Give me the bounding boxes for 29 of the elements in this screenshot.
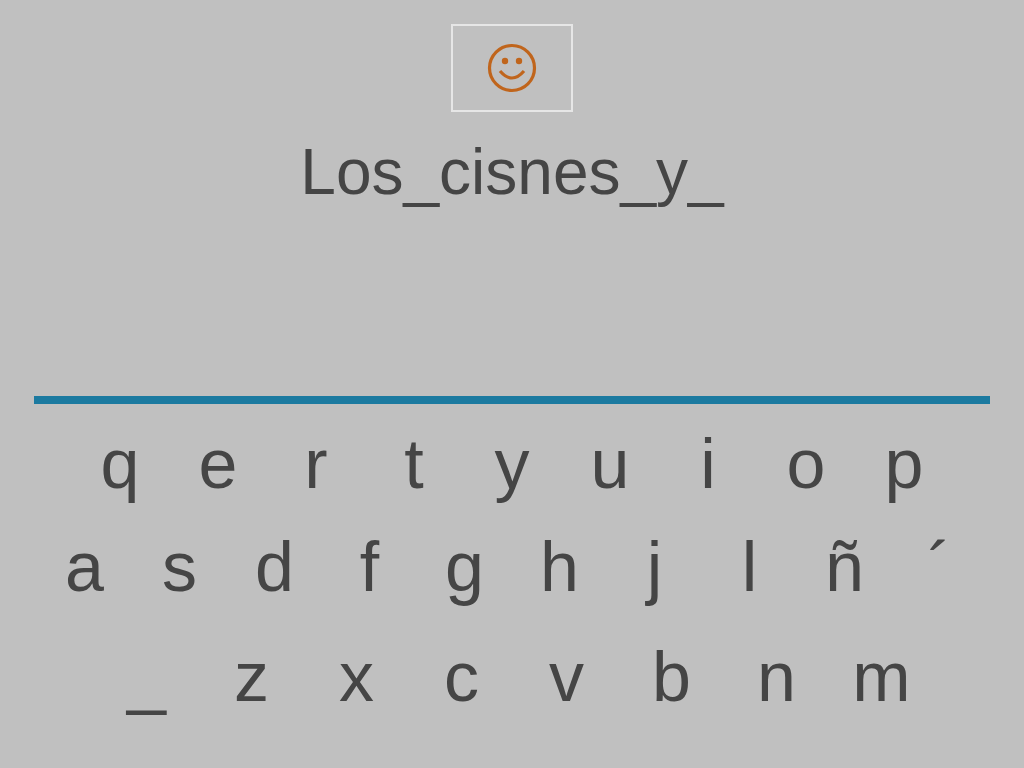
letter-key[interactable]: f (322, 525, 417, 609)
letter-key[interactable]: y (463, 422, 561, 506)
letter-key[interactable]: p (855, 422, 953, 506)
letter-key[interactable]: z (199, 635, 304, 719)
letter-key[interactable]: a (37, 525, 132, 609)
smiley-icon (487, 43, 537, 93)
answer-text: Los_cisnes_y_ (300, 135, 724, 210)
letter-key[interactable]: ´ (892, 525, 987, 609)
letter-key[interactable]: i (659, 422, 757, 506)
letter-key[interactable]: m (829, 635, 934, 719)
letter-key[interactable]: e (169, 422, 267, 506)
letter-key[interactable]: o (757, 422, 855, 506)
letter-key[interactable]: s (132, 525, 227, 609)
letter-key[interactable]: t (365, 422, 463, 506)
letter-key[interactable]: c (409, 635, 514, 719)
letter-key[interactable]: d (227, 525, 322, 609)
letter-key[interactable]: n (724, 635, 829, 719)
letter-key[interactable]: b (619, 635, 724, 719)
letter-key[interactable]: _ (94, 635, 199, 719)
letter-key[interactable]: j (607, 525, 702, 609)
letter-key[interactable]: q (71, 422, 169, 506)
letter-key[interactable]: ñ (797, 525, 892, 609)
letter-key[interactable]: r (267, 422, 365, 506)
letter-key[interactable]: g (417, 525, 512, 609)
letter-key[interactable]: h (512, 525, 607, 609)
letter-key[interactable]: l (702, 525, 797, 609)
letter-key[interactable]: u (561, 422, 659, 506)
letter-key[interactable]: x (304, 635, 409, 719)
letter-key[interactable]: v (514, 635, 619, 719)
